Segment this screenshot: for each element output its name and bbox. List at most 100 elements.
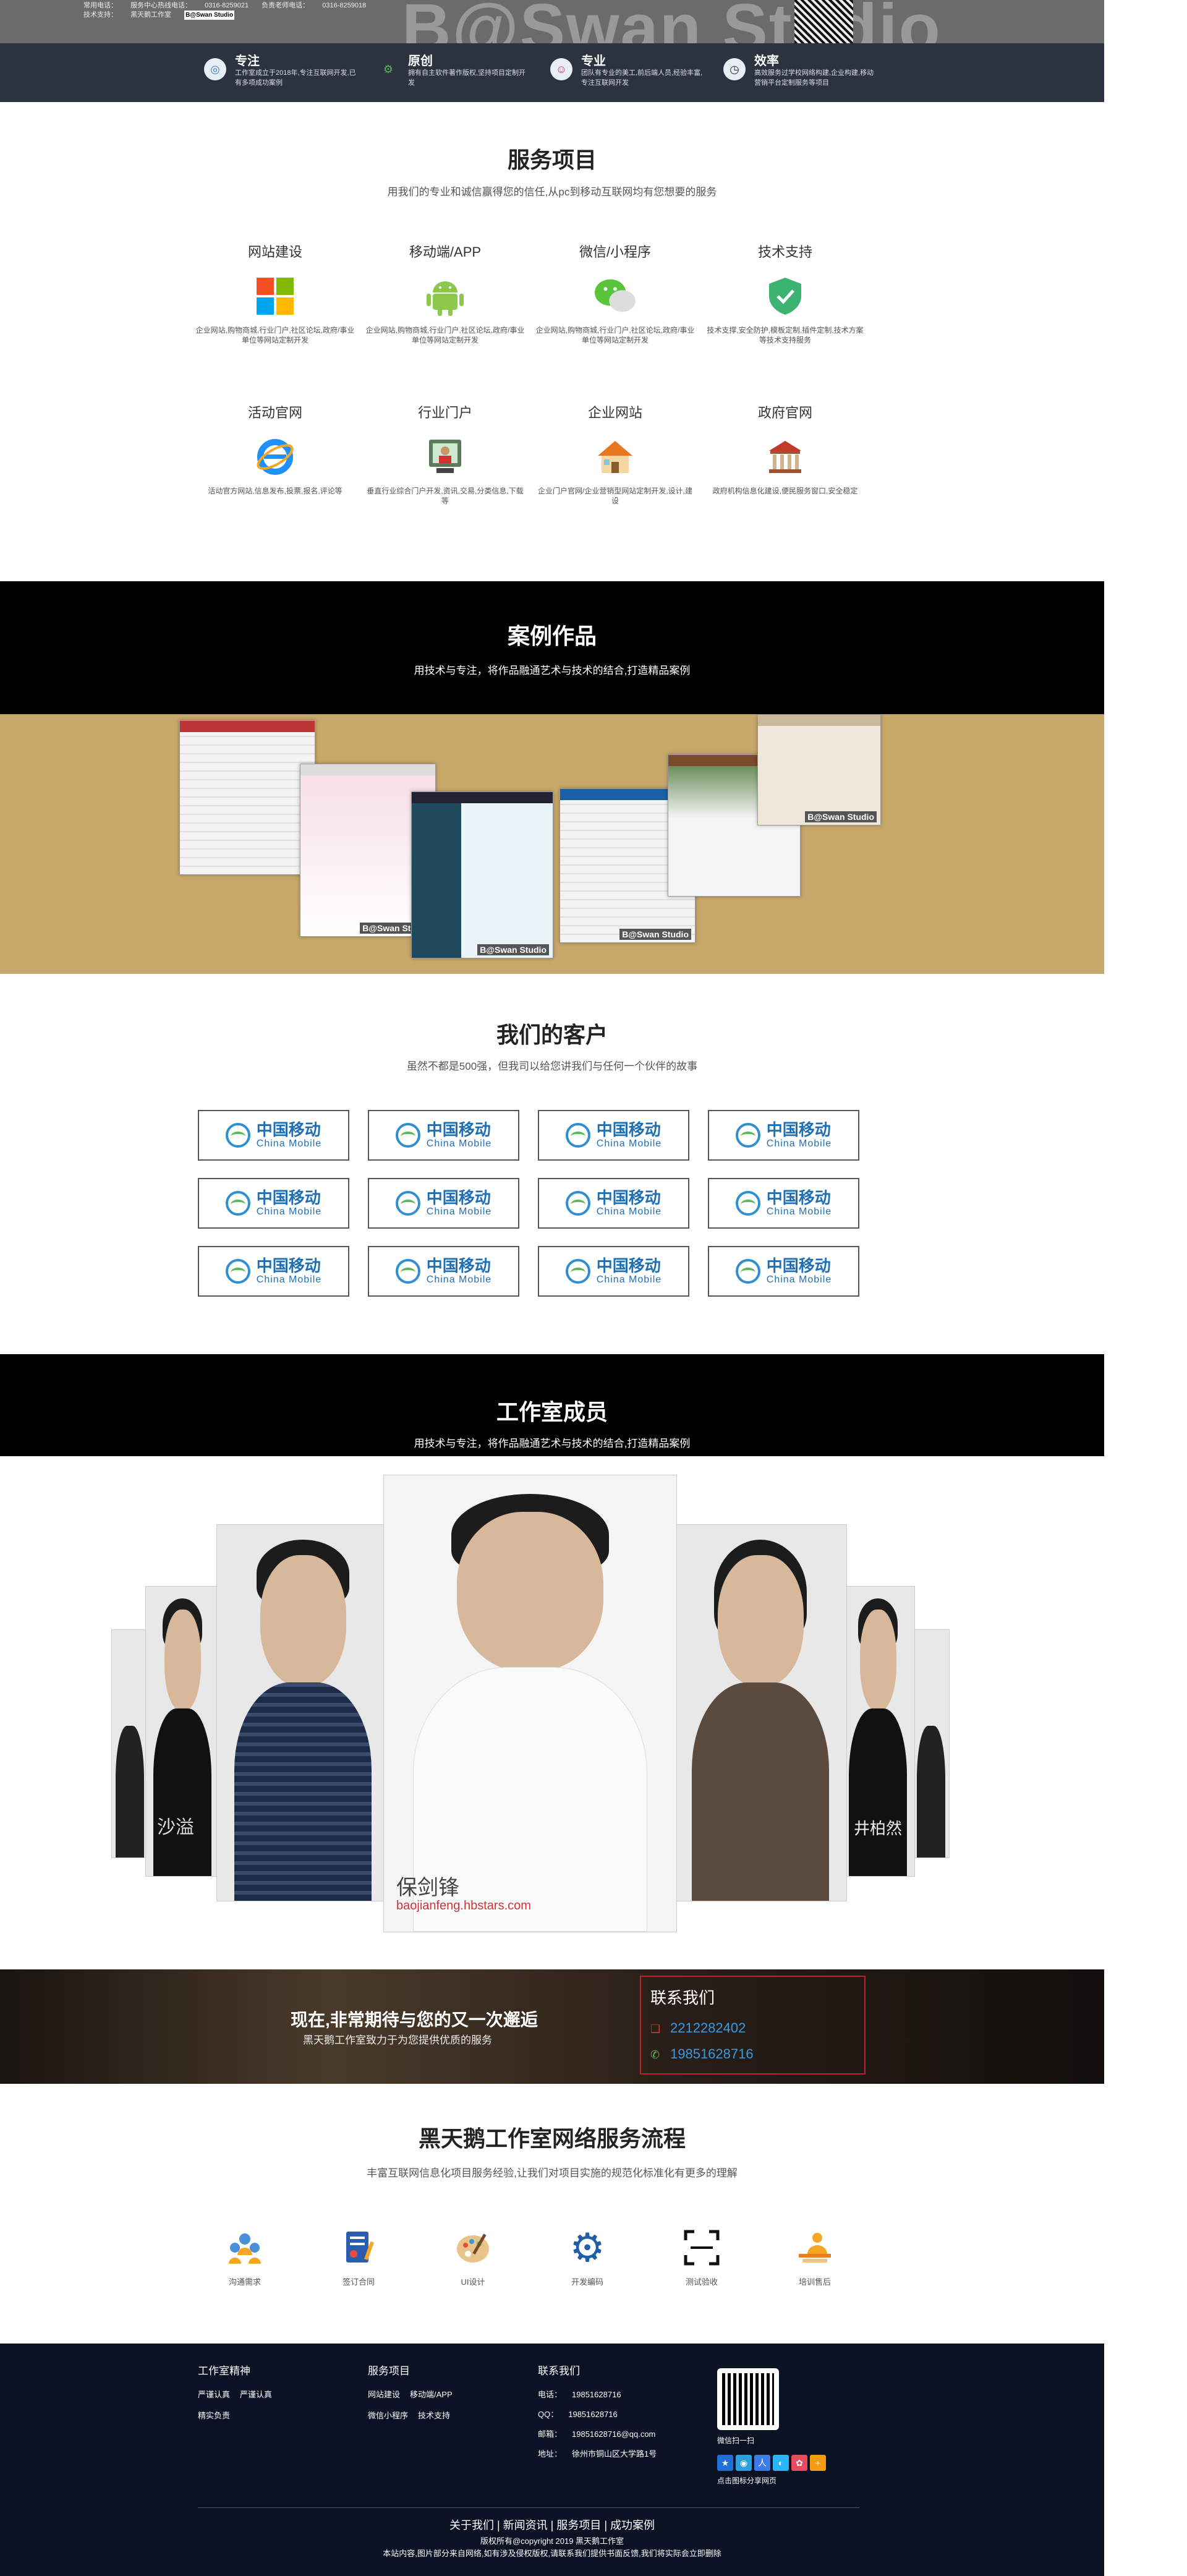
- footer-col-services: 服务项目 网站建设 移动端/APP 微信小程序 技术支持: [368, 2362, 462, 2431]
- contact-qq[interactable]: ❑ 2212282402: [650, 2020, 746, 2036]
- cases-subtitle: 用技术与专注，将作品融通艺术与技术的结合,打造精品案例: [414, 665, 691, 676]
- ie-icon: [253, 435, 297, 479]
- client-logo-card[interactable]: 中国移动 China Mobile: [708, 1178, 859, 1229]
- process-step: 培训售后: [784, 2226, 846, 2287]
- mini-logo: B@Swan Studio: [184, 11, 235, 20]
- client-name-en: China Mobile: [596, 1274, 662, 1285]
- service-desc: 企业网站,购物商城,行业门户,社区论坛,政府/事业单位等网站定制开发: [535, 326, 695, 344]
- member-card[interactable]: [674, 1524, 847, 1901]
- china-mobile-logo-icon: [395, 1123, 420, 1148]
- footer-text: 严谨认真: [198, 2390, 231, 2399]
- service-item-tech-support[interactable]: 技术支持 技术支撑,安全防护,模板定制,插件定制,技术方案等技术支持服务: [707, 241, 863, 345]
- cog-icon: ⚙: [569, 2225, 605, 2270]
- clients-title: 我们的客户: [496, 1022, 608, 1047]
- service-desc: 技术支撑,安全防护,模板定制,插件定制,技术方案等技术支持服务: [707, 326, 864, 344]
- contract-icon: [337, 2226, 380, 2269]
- client-logo-card[interactable]: 中国移动 China Mobile: [198, 1246, 349, 1297]
- client-logo-card[interactable]: 中国移动 China Mobile: [198, 1110, 349, 1161]
- china-mobile-logo-icon: [225, 1259, 250, 1284]
- service-item-corporate-site[interactable]: 企业网站 企业门户官网/企业营销型网站定制开发,设计,建设: [538, 402, 692, 506]
- renren-share-icon[interactable]: 人: [754, 2455, 770, 2471]
- footer-value: 19851628716@qq.com: [572, 2429, 656, 2439]
- step-label: 开发编码: [571, 2277, 603, 2287]
- footer-link[interactable]: 技术支持: [418, 2411, 450, 2420]
- qq-share-icon[interactable]: ◉: [736, 2455, 752, 2471]
- process-step: 测试验收: [671, 2226, 733, 2287]
- client-name-en: China Mobile: [766, 1138, 832, 1149]
- client-name-en: China Mobile: [256, 1138, 322, 1149]
- qzone-share-icon[interactable]: ★: [717, 2455, 733, 2471]
- footer-text: 精实负责: [198, 2411, 231, 2420]
- member-card-shayi[interactable]: 沙溢: [145, 1586, 219, 1877]
- service-item-government-site[interactable]: 政府官网 政府机构信息化建设,便民服务窗口,安全稳定: [708, 402, 862, 496]
- footer-link[interactable]: 网站建设: [368, 2390, 400, 2399]
- case-watermark: B@Swan Studio: [619, 929, 691, 940]
- case-watermark: B@Swan Studio: [477, 944, 549, 955]
- weibo-share-icon[interactable]: ✿: [791, 2455, 807, 2471]
- client-logo-card[interactable]: 中国移动 China Mobile: [538, 1178, 689, 1229]
- cases-showcase: B@Swan Studio B@Swan Studio B@Swan Studi…: [0, 714, 1104, 974]
- client-logo-card[interactable]: 中国移动 China Mobile: [538, 1110, 689, 1161]
- footer-text: 严谨认真: [240, 2390, 273, 2399]
- windows-icon: [253, 275, 297, 318]
- case-screenshot[interactable]: B@Swan Studio: [411, 791, 553, 958]
- client-logo-card[interactable]: 中国移动 China Mobile: [368, 1110, 519, 1161]
- client-name-cn: 中国移动: [766, 1120, 831, 1139]
- feature-desc: 团队有专业的美工,前后端人员,经验丰富,专注互联网开发: [581, 69, 703, 87]
- tencent-share-icon[interactable]: ◐: [773, 2455, 789, 2471]
- client-logo-card[interactable]: 中国移动 China Mobile: [198, 1178, 349, 1229]
- service-item-wechat[interactable]: 微信/小程序 企业网站,购物商城,行业门户,社区论坛,政府/事业单位等网站定制开…: [536, 241, 695, 345]
- feature-desc: 高效服务过学校网络构建,企业构建,移动营销平台定制服务等项目: [754, 69, 874, 87]
- footer-col-contact: 联系我们 电话： 19851628716 QQ： 19851628716 邮箱： 19…: [538, 2362, 666, 2469]
- service-desc: 企业网站,购物商城,行业门户,社区论坛,政府/事业单位等网站定制开发: [365, 326, 525, 344]
- footer-key: 地址：: [538, 2449, 563, 2459]
- client-logo-card[interactable]: 中国移动 China Mobile: [368, 1246, 519, 1297]
- china-mobile-logo-icon: [735, 1259, 760, 1284]
- footer-link[interactable]: 移动端/APP: [410, 2390, 453, 2399]
- member-card[interactable]: [913, 1629, 950, 1858]
- feature-title: 效率: [754, 54, 779, 68]
- footer-col-title: 服务项目: [368, 2365, 410, 2377]
- more-share-icon[interactable]: +: [810, 2455, 826, 2471]
- member-card-jingboran[interactable]: 井柏然: [841, 1586, 915, 1877]
- footer-col-title: 联系我们: [538, 2365, 580, 2377]
- palette-icon: [451, 2226, 495, 2269]
- service-item-event-site[interactable]: 活动官网 活动官方网站,信息发布,投票,报名,评论等: [198, 402, 352, 496]
- footer-nav-links[interactable]: 关于我们 | 新闻资讯 | 服务项目 | 成功案例: [0, 2517, 1104, 2533]
- footer-col-title: 工作室精神: [198, 2365, 250, 2377]
- service-name: 技术支持: [757, 244, 812, 260]
- contact-box: 联系我们 ❑ 2212282402 ✆ 19851628716: [640, 1976, 866, 2075]
- member-site: baojianfeng.hbstars.com: [396, 1899, 531, 1913]
- feature-desc: 工作室成立于2018年,专注互联网开发,已有多项成功案例: [235, 69, 356, 87]
- service-item-industry-portal[interactable]: 行业门户 垂直行业综合门户开发,资讯,交易,分类信息,下载等: [367, 402, 523, 506]
- contact-phone[interactable]: ✆ 19851628716: [650, 2046, 754, 2062]
- client-logo-card[interactable]: 中国移动 China Mobile: [708, 1246, 859, 1297]
- client-name-en: China Mobile: [256, 1274, 322, 1285]
- client-name-cn: 中国移动: [596, 1188, 661, 1207]
- service-item-mobile-app[interactable]: 移动端/APP 企业网站,购物商城,行业门户,社区论坛,政府/事业单位等网站定制…: [365, 241, 525, 345]
- member-card-baojianfeng[interactable]: 保剑锋 baojianfeng.hbstars.com: [383, 1475, 677, 1932]
- top-label: 常用电话：: [83, 2, 117, 9]
- member-card[interactable]: [111, 1629, 148, 1858]
- client-logo-card[interactable]: 中国移动 China Mobile: [538, 1246, 689, 1297]
- china-mobile-logo-icon: [735, 1191, 760, 1216]
- case-screenshot[interactable]: [179, 720, 315, 875]
- members-header: 工作室成员 用技术与专注，将作品融通艺术与技术的结合,打造精品案例: [0, 1354, 1104, 1456]
- client-name-cn: 中国移动: [596, 1120, 661, 1139]
- footer: 工作室精神 严谨认真 严谨认真 精实负责 服务项目 网站建设 移动端/APP 微信小…: [0, 2344, 1104, 2576]
- client-logo-card[interactable]: 中国移动 China Mobile: [368, 1178, 519, 1229]
- house-icon: [594, 435, 637, 479]
- china-mobile-logo-icon: [565, 1123, 590, 1148]
- service-item-website[interactable]: 网站建设 企业网站,购物商城,行业门户,社区论坛,政府/事业单位等网站定制开发: [196, 241, 355, 345]
- case-watermark: B@Swan Studio: [805, 811, 877, 822]
- footer-key: 电话：: [538, 2390, 563, 2399]
- service-name: 移动端/APP: [409, 244, 482, 260]
- case-screenshot[interactable]: B@Swan Studio: [757, 714, 881, 825]
- government-icon: [764, 435, 807, 479]
- footer-link[interactable]: 微信小程序: [368, 2411, 408, 2420]
- top-label: 负责老师电话：: [262, 2, 310, 9]
- wechat-icon: [594, 275, 637, 318]
- client-logo-card[interactable]: 中国移动 China Mobile: [708, 1110, 859, 1161]
- client-name-en: China Mobile: [596, 1206, 662, 1217]
- member-card[interactable]: [216, 1524, 389, 1901]
